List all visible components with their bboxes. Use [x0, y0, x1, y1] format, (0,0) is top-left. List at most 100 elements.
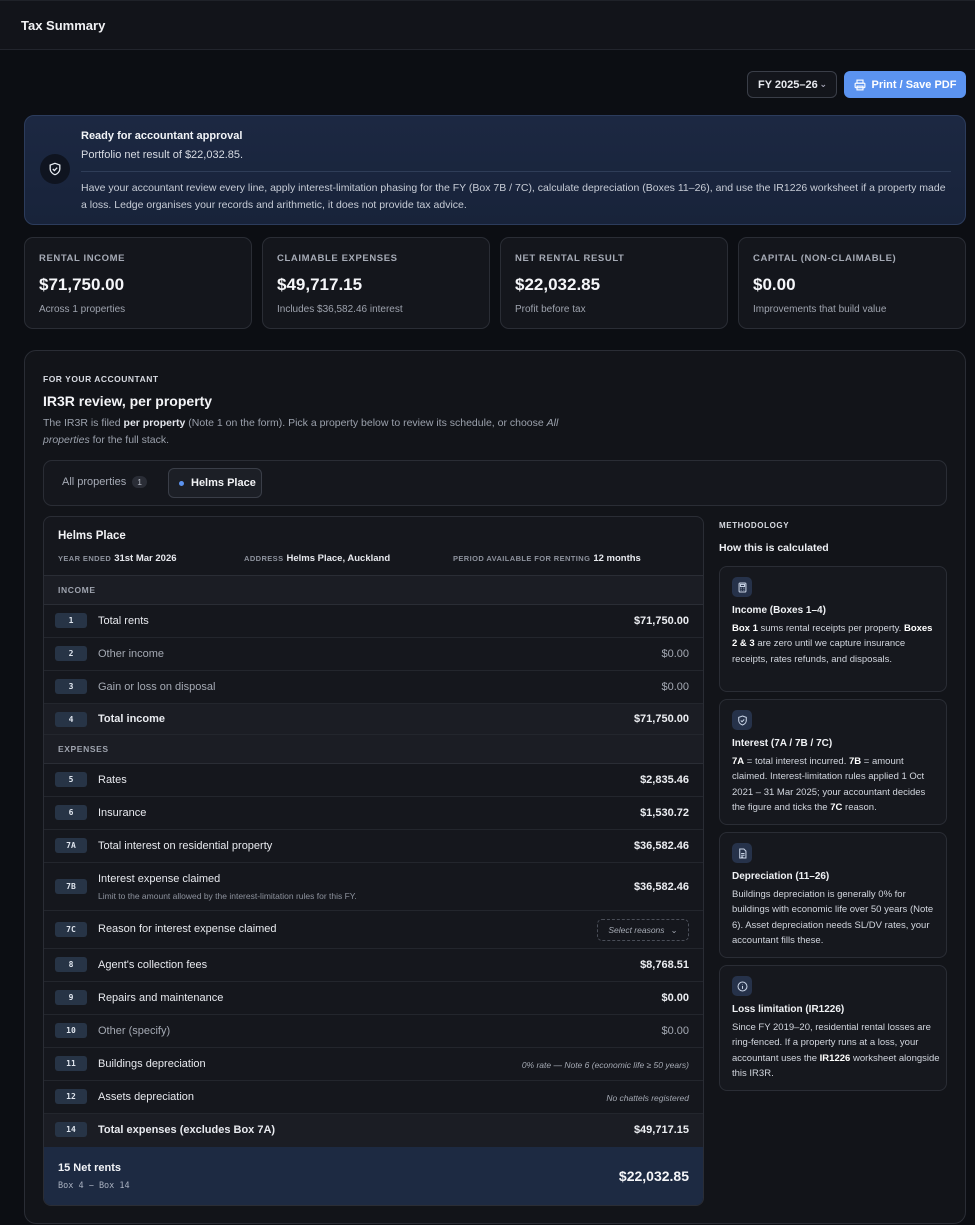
stat-label: NET RENTAL RESULT	[515, 253, 625, 264]
document-icon	[732, 843, 752, 863]
card-body: Since FY 2019–20, residential rental los…	[732, 1022, 940, 1079]
table-row: 7A Total interest on residential propert…	[44, 830, 703, 863]
print-button-label: Print / Save PDF	[871, 78, 957, 91]
row-amount: $36,582.46	[633, 881, 689, 893]
table-row: 1 Total rents $71,750.00	[44, 605, 703, 638]
row-amount: $0.00	[661, 992, 689, 1004]
page-title: Tax Summary	[21, 18, 106, 33]
card-title: Income (Boxes 1–4)	[732, 605, 826, 616]
row-label: Interest expense claimed	[98, 873, 221, 885]
methodology-kicker: METHODOLOGY	[719, 521, 790, 530]
row-amount: $49,717.15	[633, 1124, 689, 1136]
card-title: Interest (7A / 7B / 7C)	[732, 738, 833, 749]
box-number: 14	[55, 1122, 87, 1137]
expenses-section-header: EXPENSES	[44, 735, 703, 764]
table-row-total-expenses: 14 Total expenses (excludes Box 7A) $49,…	[44, 1114, 703, 1147]
row-amount: $0.00	[661, 1025, 689, 1037]
row-label: Total rents	[98, 615, 149, 627]
row-label: Gain or loss on disposal	[98, 681, 216, 693]
info-icon	[732, 976, 752, 996]
row-note: No chattels registered	[606, 1093, 689, 1103]
chevron-down-icon: ⌄	[819, 79, 827, 89]
stat-value: $22,032.85	[515, 275, 601, 294]
row-amount: $71,750.00	[633, 713, 689, 725]
active-dot-icon	[179, 480, 184, 486]
methodology-title: How this is calculated	[719, 542, 829, 554]
box-number: 3	[55, 679, 87, 694]
table-row: 2 Other income $0.00	[44, 638, 703, 671]
stat-net-rental-result: NET RENTAL RESULT $22,032.85 Profit befo…	[500, 237, 728, 329]
card-title: Loss limitation (IR1226)	[732, 1004, 845, 1015]
card-body: Box 1 sums rental receipts per property.…	[732, 623, 933, 665]
fy-select-value: FY 2025–26	[758, 78, 818, 91]
box-number: 2	[55, 646, 87, 661]
panel-title: IR3R review, per property	[43, 393, 213, 409]
box-number: 4	[55, 712, 87, 727]
banner-divider	[81, 171, 951, 172]
count-badge: 1	[132, 476, 147, 488]
banner-body: Have your accountant review every line, …	[81, 182, 946, 211]
rental-period: PERIOD AVAILABLE FOR RENTING 12 months	[453, 553, 641, 564]
net-rents-value: $22,032.85	[618, 1168, 689, 1184]
row-amount: $0.00	[661, 681, 689, 693]
method-card-income: Income (Boxes 1–4) Box 1 sums rental rec…	[719, 566, 947, 692]
stat-value: $71,750.00	[39, 275, 125, 294]
tab-helms-place[interactable]: Helms Place	[168, 468, 262, 498]
row-label: Insurance	[98, 807, 147, 819]
stat-label: CAPITAL (NON-CLAIMABLE)	[753, 253, 897, 264]
table-row: 7C Reason for interest expense claimed S…	[44, 911, 703, 949]
row-label: Total income	[98, 713, 166, 725]
stat-capital: CAPITAL (NON-CLAIMABLE) $0.00 Improvemen…	[738, 237, 966, 329]
card-body: 7A = total interest incurred. 7B = amoun…	[732, 756, 926, 813]
row-label: Buildings depreciation	[98, 1058, 206, 1070]
box-number: 12	[55, 1089, 87, 1104]
table-row: 11 Buildings depreciation 0% rate — Note…	[44, 1048, 703, 1081]
net-rents-title: 15 Net rents	[58, 1162, 121, 1174]
row-amount: $71,750.00	[633, 615, 689, 627]
row-amount: $0.00	[661, 648, 689, 660]
row-label: Total expenses (excludes Box 7A)	[98, 1124, 276, 1136]
printer-icon	[854, 79, 865, 90]
row-label: Reason for interest expense claimed	[98, 923, 277, 935]
stat-note: Profit before tax	[515, 304, 586, 315]
stat-note: Includes $36,582.46 interest	[277, 304, 403, 315]
box-number: 5	[55, 772, 87, 787]
stat-label: CLAIMABLE EXPENSES	[277, 253, 398, 264]
tab-all-properties[interactable]: All properties 1	[62, 476, 147, 488]
row-amount: $1,530.72	[640, 807, 689, 819]
row-label: Other (specify)	[98, 1025, 171, 1037]
banner-subtitle: Portfolio net result of $22,032.85.	[81, 149, 244, 161]
calculator-icon	[732, 577, 752, 597]
table-row: 9 Repairs and maintenance $0.00	[44, 982, 703, 1015]
stat-note: Improvements that build value	[753, 304, 887, 315]
row-label: Total interest on residential property	[98, 840, 273, 852]
row-label: Agent's collection fees	[98, 959, 208, 971]
row-sublabel: Limit to the amount allowed by the inter…	[98, 891, 357, 901]
table-row: 12 Assets depreciation No chattels regis…	[44, 1081, 703, 1114]
accountant-panel: FOR YOUR ACCOUNTANT IR3R review, per pro…	[24, 350, 966, 1224]
stat-value: $0.00	[753, 275, 796, 294]
chevron-down-icon: ⌄	[670, 924, 678, 935]
fy-select[interactable]: FY 2025–26 ⌄	[747, 71, 837, 98]
box-number: 7B	[55, 879, 87, 894]
panel-description: The IR3R is filed per property (Note 1 o…	[43, 417, 559, 446]
card-title: Depreciation (11–26)	[732, 871, 830, 882]
stat-rental-income: RENTAL INCOME $71,750.00 Across 1 proper…	[24, 237, 252, 329]
property-tabs: All properties 1 Helms Place	[43, 460, 947, 506]
box-number: 11	[55, 1056, 87, 1071]
panel-kicker: FOR YOUR ACCOUNTANT	[43, 374, 159, 384]
shield-icon	[732, 710, 752, 730]
approval-banner: Ready for accountant approval Portfolio …	[24, 115, 966, 225]
stat-label: RENTAL INCOME	[39, 253, 126, 264]
ir3r-schedule: Helms Place YEAR ENDED 31st Mar 2026 ADDR…	[43, 516, 704, 1206]
row-label: Assets depreciation	[98, 1091, 194, 1103]
schedule-header: Helms Place YEAR ENDED 31st Mar 2026 ADDR…	[44, 517, 703, 576]
table-row-total-income: 4 Total income $71,750.00	[44, 704, 703, 735]
select-reasons-dropdown[interactable]: Select reasons ⌄	[597, 919, 689, 941]
row-amount: $2,835.46	[640, 774, 689, 786]
table-row: 5 Rates $2,835.46	[44, 764, 703, 797]
print-save-pdf-button[interactable]: Print / Save PDF	[844, 71, 966, 98]
row-amount: $36,582.46	[633, 840, 689, 852]
card-body: Buildings depreciation is generally 0% f…	[732, 889, 934, 946]
box-number: 7A	[55, 838, 87, 853]
